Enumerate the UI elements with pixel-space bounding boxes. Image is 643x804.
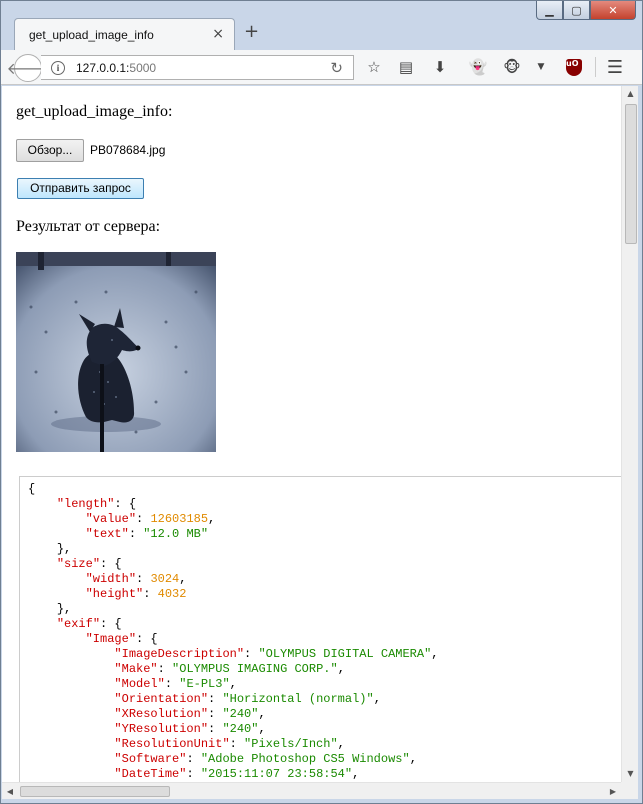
selected-file-name: PB078684.jpg [90,143,166,157]
browser-window: ▁ ▢ ✕ get_upload_image_info × + 🡐 i 127.… [0,0,643,804]
json-line: "Make": "OLYMPUS IMAGING CORP.", [114,662,345,676]
url-text: 127.0.0.1:5000 [76,61,157,75]
result-label: Результат от сервера: [16,218,161,235]
scroll-left-icon[interactable]: ◀ [2,783,18,800]
json-line: "XResolution": "240", [114,707,266,721]
horizontal-scroll-thumb[interactable] [20,786,170,797]
navigation-bar: 🡐 i 127.0.0.1:5000 ↻ ☆ ▤ ⬇ 👻 🐵 ▼ uO ☰ [1,50,642,85]
monkey-extension-icon[interactable]: 🐵 [502,57,522,77]
tab-close-icon[interactable]: × [212,26,224,42]
json-line: "Orientation": "Horizontal (normal)", [114,692,381,706]
title-bar: ▁ ▢ ✕ get_upload_image_info × + [1,1,642,51]
download-arrow-icon[interactable]: ⬇ [430,57,450,77]
json-line: "size": { [56,557,122,571]
browse-file-button[interactable]: Обзор... [16,139,84,162]
new-tab-icon[interactable]: + [244,21,259,42]
json-line: "length": { [56,497,137,511]
reading-list-icon[interactable]: ▤ [396,57,416,77]
json-line: "text": "12.0 MB" [85,527,209,541]
json-result-box: { "length": { "value": 12603185, "text":… [19,476,621,782]
tab-title: get_upload_image_info [29,27,154,42]
menu-hamburger-icon[interactable]: ☰ [605,57,625,78]
json-line: "ResolutionUnit": "Pixels/Inch", [114,737,345,751]
json-line: "height": 4032 [85,587,187,601]
page-heading: get_upload_image_info: [16,103,173,120]
scroll-up-icon[interactable]: ▲ [622,86,639,102]
vertical-scrollbar[interactable]: ▲ ▼ [621,86,638,782]
minimize-button[interactable]: ▁ [536,1,563,20]
reload-icon[interactable]: ↻ [330,59,343,77]
ublock-shield-icon[interactable]: uO [564,57,584,77]
back-arrow-icon[interactable]: 🡐 [7,54,49,82]
json-code: { "length": { "value": 12603185, "text":… [28,482,438,782]
chevron-down-icon[interactable]: ▼ [531,57,551,77]
json-line: "ImageDescription": "OLYMPUS DIGITAL CAM… [114,647,439,661]
ghost-extension-icon[interactable]: 👻 [468,57,488,77]
window-controls: ▁ ▢ ✕ [536,1,636,21]
json-line: }, [56,542,72,556]
json-line: "Model": "E-PL3", [114,677,237,691]
info-icon[interactable]: i [51,61,65,75]
page-content: get_upload_image_info: Обзор... PB078684… [2,86,621,782]
scroll-right-icon[interactable]: ▶ [605,783,621,800]
toolbar-separator [595,57,596,77]
close-window-button[interactable]: ✕ [590,1,636,20]
scroll-down-icon[interactable]: ▼ [622,766,639,782]
submit-request-button[interactable]: Отправить запрос [17,178,144,199]
json-line: "exif": { [56,617,122,631]
vertical-scroll-thumb[interactable] [625,104,637,244]
json-line: "width": 3024, [85,572,187,586]
active-tab[interactable]: get_upload_image_info × [14,18,235,50]
json-line: "YResolution": "240", [114,722,266,736]
json-line: "DateTime": "2015:11:07 23:58:54", [114,767,360,781]
json-line: "Software": "Adobe Photoshop CS5 Windows… [114,752,417,766]
url-bar[interactable]: i 127.0.0.1:5000 ↻ [41,55,354,80]
json-line: }, [56,602,72,616]
horizontal-scrollbar[interactable]: ◀ ▶ [2,782,621,799]
scroll-corner [621,782,638,799]
uploaded-dog-photo [16,252,216,452]
json-line: { [28,482,36,496]
json-line: "value": 12603185, [85,512,216,526]
bookmark-star-icon[interactable]: ☆ [364,57,384,77]
json-line: "Image": { [85,632,158,646]
maximize-button[interactable]: ▢ [563,1,590,20]
